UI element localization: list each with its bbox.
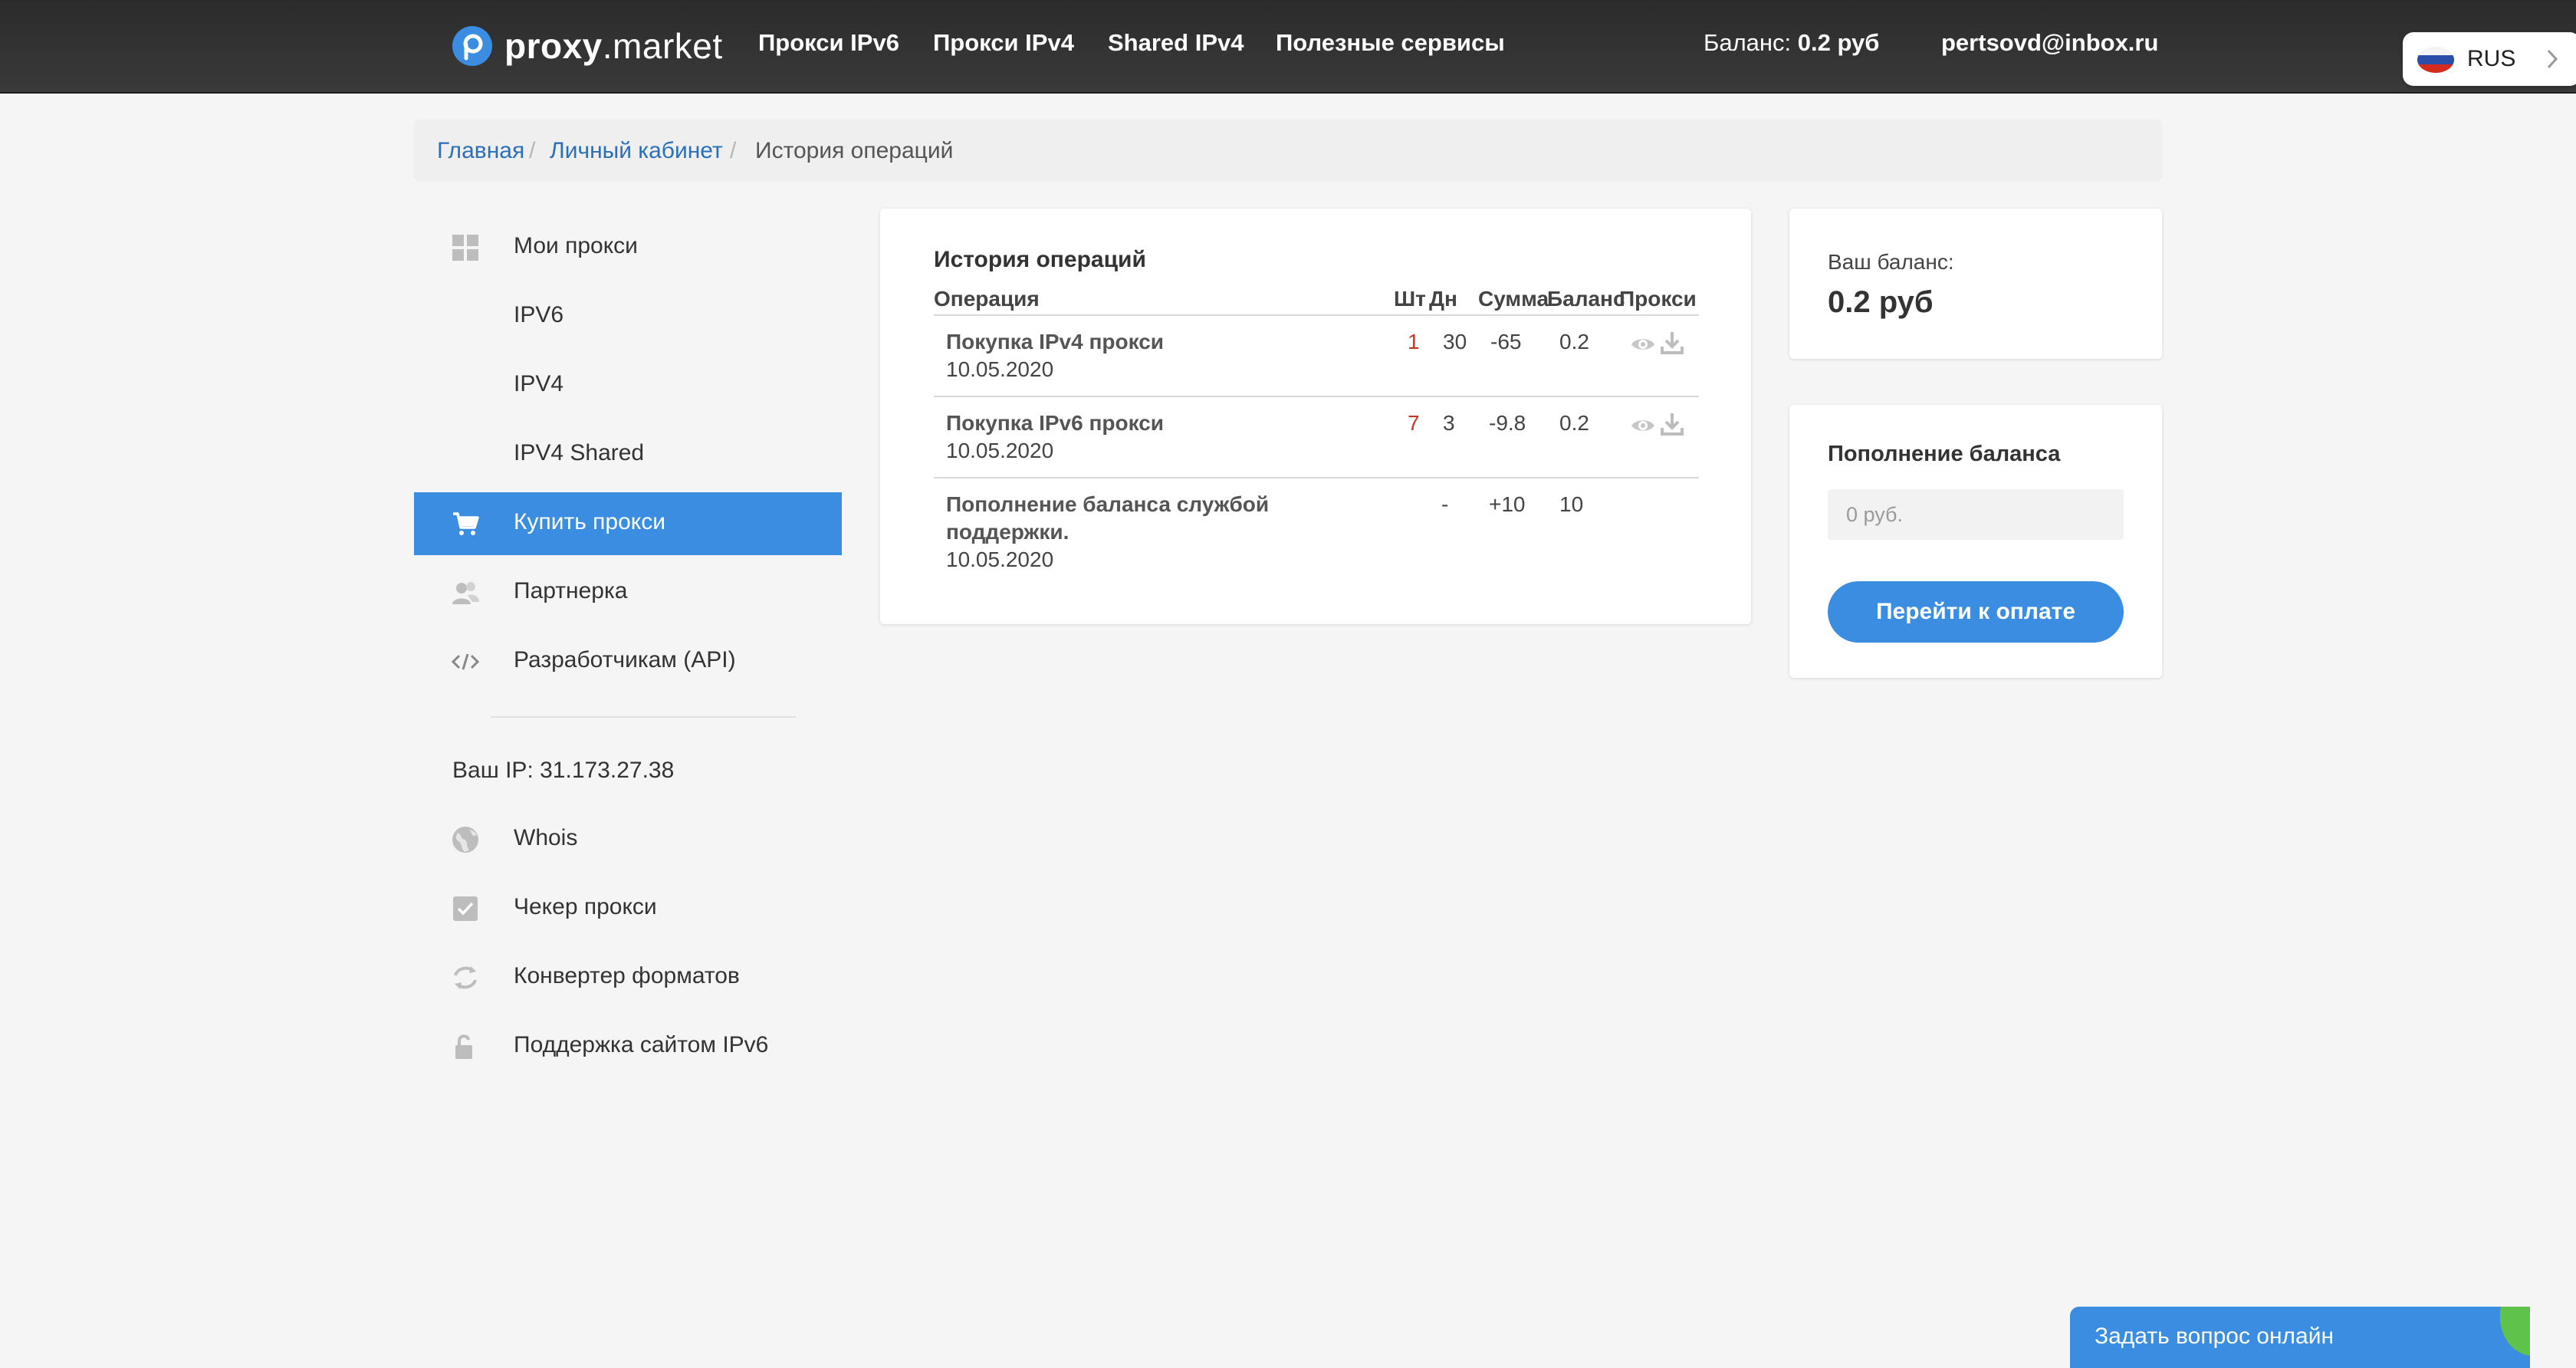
- code-icon: [451, 653, 480, 670]
- header-balance[interactable]: Баланс: 0.2 руб: [1704, 29, 1879, 57]
- globe-icon: [452, 827, 478, 853]
- online-chat-widget[interactable]: Задать вопрос онлайн: [2070, 1307, 2530, 1368]
- header-balance-value: 0.2 руб: [1797, 29, 1880, 56]
- topup-amount-input[interactable]: [1828, 489, 2124, 540]
- sidebar-item-ipv4-shared[interactable]: IPV4 Shared 0: [414, 423, 1228, 486]
- sidebar-item-label: IPV4: [514, 371, 564, 396]
- nav-shared-ipv4[interactable]: Shared IPv4: [1108, 29, 1244, 57]
- operation-balance: 10: [1559, 492, 1584, 516]
- column-header-qty[interactable]: Шт: [1394, 287, 1426, 311]
- logo-text-bold: proxy: [504, 26, 603, 66]
- language-label: RUS: [2467, 46, 2516, 71]
- operation-qty: 7: [1408, 411, 1420, 435]
- sidebar-tool-whois[interactable]: Whois: [414, 808, 842, 871]
- your-ip-text: Ваш IP: 31.173.27.38: [452, 758, 675, 783]
- refresh-icon: [454, 966, 477, 989]
- operation-name: Покупка IPv6 прокси: [946, 411, 1165, 435]
- go-to-payment-button[interactable]: Перейти к оплате: [1828, 581, 2124, 643]
- operation-days: 3: [1443, 411, 1455, 435]
- topup-title: Пополнение баланса: [1828, 442, 2061, 466]
- operation-date: 10.05.2020: [946, 548, 1054, 571]
- download-icon[interactable]: [1659, 411, 1685, 437]
- column-header-balance[interactable]: Баланс: [1547, 287, 1625, 311]
- table-row-divider: [934, 396, 1699, 397]
- sidebar-tool-format-converter[interactable]: Конвертер форматов: [414, 946, 842, 1009]
- eye-icon[interactable]: [1630, 413, 1656, 439]
- history-title: История операций: [934, 247, 1146, 272]
- your-balance-label: Ваш баланс:: [1828, 250, 1954, 274]
- operation-sum: -65: [1490, 330, 1522, 354]
- operation-days: 30: [1443, 330, 1467, 354]
- sidebar-item-label: Конвертер форматов: [514, 963, 740, 988]
- operation-qty: 1: [1408, 330, 1420, 354]
- sidebar-item-ipv4[interactable]: IPV4 1: [414, 354, 1228, 417]
- sidebar-item-label: Чекер прокси: [514, 894, 657, 919]
- breadcrumb-separator: /: [529, 138, 536, 163]
- sidebar-item-ipv6[interactable]: IPV6 7: [414, 285, 1228, 348]
- breadcrumb-home[interactable]: Главная: [437, 138, 524, 164]
- column-header-days[interactable]: Дн: [1429, 287, 1457, 311]
- breadcrumb-current: История операций: [755, 138, 954, 163]
- nav-ipv4[interactable]: Прокси IPv4: [933, 29, 1074, 57]
- grid-icon: [452, 235, 478, 261]
- sidebar-item-my-proxies[interactable]: Мои прокси: [414, 216, 842, 279]
- sidebar-item-label: Мои прокси: [514, 233, 638, 258]
- online-status-icon: [2499, 1307, 2530, 1356]
- sidebar-tool-proxy-checker[interactable]: Чекер прокси: [414, 877, 842, 940]
- table-header-divider: [934, 314, 1699, 316]
- user-email[interactable]: pertsovd@inbox.ru: [1941, 29, 2158, 57]
- unlock-icon: [455, 1034, 472, 1059]
- breadcrumb: Главная / Личный кабинет / История опера…: [414, 120, 2162, 181]
- cart-icon: [453, 512, 479, 535]
- operation-date: 10.05.2020: [946, 357, 1054, 381]
- users-icon: [452, 582, 479, 604]
- sidebar-item-label: Поддержка сайтом IPv6: [514, 1032, 769, 1057]
- operation-balance: 0.2: [1559, 330, 1589, 354]
- breadcrumb-cabinet[interactable]: Личный кабинет: [550, 138, 723, 164]
- download-icon[interactable]: [1659, 330, 1685, 356]
- operation-name-continued: поддержки.: [946, 520, 1070, 544]
- sidebar-item-label: Купить прокси: [514, 509, 666, 534]
- balance-panel: [1789, 209, 2162, 359]
- logo[interactable]: proxy.market: [451, 23, 723, 69]
- checkbox-icon: [453, 896, 478, 921]
- sidebar-item-partner[interactable]: Партнерка: [414, 561, 842, 624]
- logo-text-rest: .market: [602, 26, 723, 66]
- logo-icon: [452, 26, 492, 66]
- sidebar-divider: [491, 716, 796, 718]
- russia-flag-icon: [2417, 47, 2454, 73]
- sidebar-item-label: IPV4 Shared: [514, 440, 645, 465]
- chat-label: Задать вопрос онлайн: [2095, 1324, 2334, 1349]
- eye-icon[interactable]: [1630, 331, 1656, 357]
- your-balance-value: 0.2 руб: [1828, 285, 1934, 319]
- operation-name: Пополнение баланса службой: [946, 492, 1270, 516]
- nav-useful-services[interactable]: Полезные сервисы: [1276, 29, 1505, 57]
- operation-date: 10.05.2020: [946, 439, 1054, 462]
- sidebar-item-label: Разработчикам (API): [514, 647, 736, 672]
- language-switcher[interactable]: RUS: [2403, 32, 2576, 86]
- nav-ipv6[interactable]: Прокси IPv6: [758, 29, 899, 57]
- operation-days: -: [1441, 492, 1449, 516]
- breadcrumb-separator: /: [730, 138, 737, 163]
- column-header-proxies[interactable]: Прокси: [1619, 287, 1697, 311]
- operation-balance: 0.2: [1559, 411, 1589, 435]
- column-header-sum[interactable]: Сумма: [1478, 287, 1549, 311]
- sidebar-item-label: Партнерка: [514, 578, 628, 603]
- table-row-divider: [934, 477, 1699, 478]
- operation-name: Покупка IPv4 прокси: [946, 330, 1165, 354]
- chevron-right-icon: [2547, 49, 2558, 69]
- operation-sum: -9.8: [1489, 411, 1526, 435]
- header-balance-label: Баланс:: [1704, 29, 1792, 56]
- operation-sum: +10: [1489, 492, 1526, 516]
- sidebar-item-label: IPV6: [514, 302, 564, 327]
- sidebar-tool-ipv6-support[interactable]: Поддержка сайтом IPv6: [414, 1015, 842, 1078]
- column-header-operation[interactable]: Операция: [934, 287, 1040, 311]
- sidebar-item-label: Whois: [514, 825, 578, 850]
- sidebar-item-api[interactable]: Разработчикам (API): [414, 630, 842, 693]
- sidebar-item-buy-proxies[interactable]: Купить прокси: [414, 492, 842, 555]
- top-navbar: proxy.market Прокси IPv6 Прокси IPv4 Sha…: [0, 0, 2576, 94]
